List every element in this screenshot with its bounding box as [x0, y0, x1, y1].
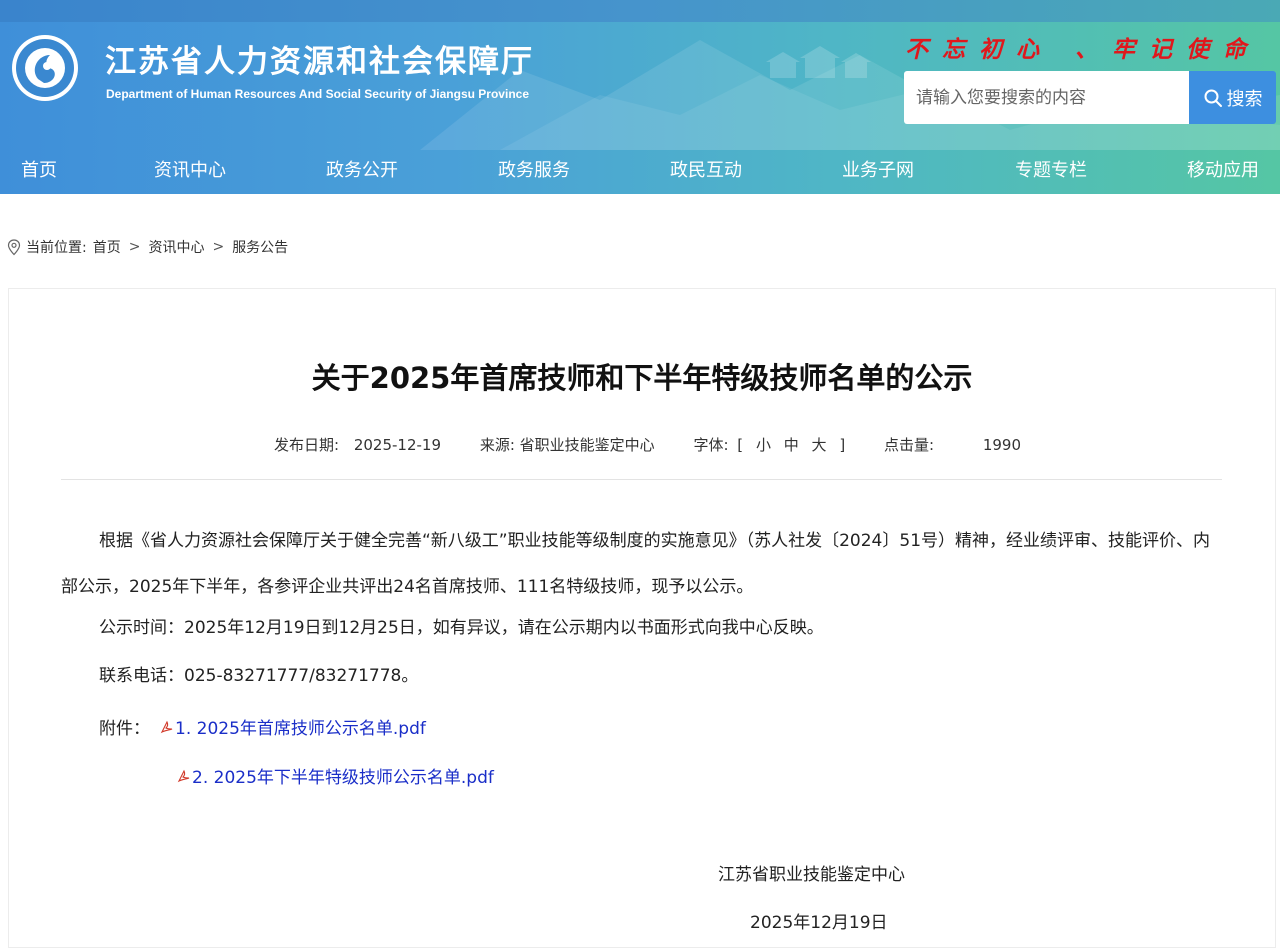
- main-navigation: 首页 资讯中心 政务公开 政务服务 政民互动 业务子网 专题专栏 移动应用: [0, 143, 1280, 194]
- search-button-label: 搜索: [1226, 88, 1263, 110]
- font-size-label: 字体:: [693, 436, 729, 454]
- article-paragraph-basis: 根据《省人力资源社会保障厅关于健全完善“新八级工”职业技能等级制度的实施意见》（…: [61, 531, 1211, 597]
- nav-item-home[interactable]: 首页: [21, 156, 57, 182]
- pdf-file-icon: [177, 769, 190, 782]
- site-subtitle: Department of Human Resources And Social…: [106, 87, 529, 101]
- breadcrumb-news[interactable]: 资讯中心: [148, 237, 204, 257]
- nav-item-interaction[interactable]: 政民互动: [670, 156, 742, 182]
- article-paragraph-period: 公示时间：2025年12月19日到12月25日，如有异议，请在公示期内以书面形式…: [99, 618, 824, 638]
- source-label: 来源:: [479, 436, 515, 454]
- breadcrumb: 当前位置: 首页 > 资讯中心 > 服务公告: [7, 237, 288, 257]
- nav-item-news[interactable]: 资讯中心: [154, 156, 226, 182]
- hits-label: 点击量:: [883, 436, 935, 454]
- font-size-bracket-close: ]: [839, 436, 846, 454]
- breadcrumb-label: 当前位置:: [26, 240, 87, 256]
- nav-item-gov-service[interactable]: 政务服务: [498, 156, 570, 182]
- publish-date-label: 发布日期:: [274, 436, 340, 454]
- font-size-small-button[interactable]: 小: [756, 434, 771, 455]
- attachments-label: 附件：: [99, 719, 150, 739]
- nav-item-subsites[interactable]: 业务子网: [842, 156, 914, 182]
- article-paragraph-contact: 联系电话：025-83271777/83271778。: [99, 666, 419, 686]
- search-input[interactable]: [904, 71, 1189, 124]
- attachment-1-name: 1. 2025年首席技师公示名单.pdf: [175, 719, 426, 739]
- meta-divider: [61, 479, 1222, 480]
- attachment-link-chief-technicians[interactable]: 1. 2025年首席技师公示名单.pdf: [160, 714, 426, 739]
- search-icon: [1204, 89, 1222, 107]
- hits-count: 1990: [982, 436, 1021, 454]
- font-size-medium-button[interactable]: 中: [784, 434, 799, 455]
- attachment-link-special-technicians[interactable]: 2. 2025年下半年特级技师公示名单.pdf: [177, 763, 494, 788]
- nav-item-mobile[interactable]: 移动应用: [1187, 156, 1259, 182]
- attachment-2-name: 2. 2025年下半年特级技师公示名单.pdf: [192, 768, 494, 788]
- search-button[interactable]: 搜索: [1189, 71, 1276, 124]
- location-pin-icon: [7, 238, 21, 255]
- nav-item-gov-open[interactable]: 政务公开: [326, 156, 398, 182]
- breadcrumb-separator: >: [212, 239, 225, 255]
- font-size-large-button[interactable]: 大: [812, 434, 827, 455]
- slogan-banner: 不忘初心 、牢记使命: [905, 36, 1261, 63]
- article-title: 关于2025年首席技师和下半年特级技师名单的公示: [311, 361, 973, 395]
- nav-item-topics[interactable]: 专题专栏: [1015, 156, 1087, 182]
- breadcrumb-service-notice[interactable]: 服务公告: [232, 237, 288, 257]
- breadcrumb-home[interactable]: 首页: [93, 237, 121, 257]
- publish-date: 2025-12-19: [353, 436, 442, 454]
- site-title: 江苏省人力资源和社会保障厅: [105, 44, 534, 80]
- signature-organization: 江苏省职业技能鉴定中心: [718, 865, 905, 885]
- breadcrumb-separator: >: [128, 239, 141, 255]
- source-value: 省职业技能鉴定中心: [519, 436, 655, 454]
- ministry-logo-emblem: [12, 35, 78, 101]
- article-meta: 发布日期: 2025-12-19 来源: 省职业技能鉴定中心 字体: [ 小 中…: [274, 434, 1021, 455]
- pdf-file-icon: [160, 720, 173, 733]
- site-header: 江苏省人力资源和社会保障厅 Department of Human Resour…: [0, 0, 1280, 194]
- font-size-bracket-open: [: [737, 436, 744, 454]
- signature-date: 2025年12月19日: [750, 913, 888, 933]
